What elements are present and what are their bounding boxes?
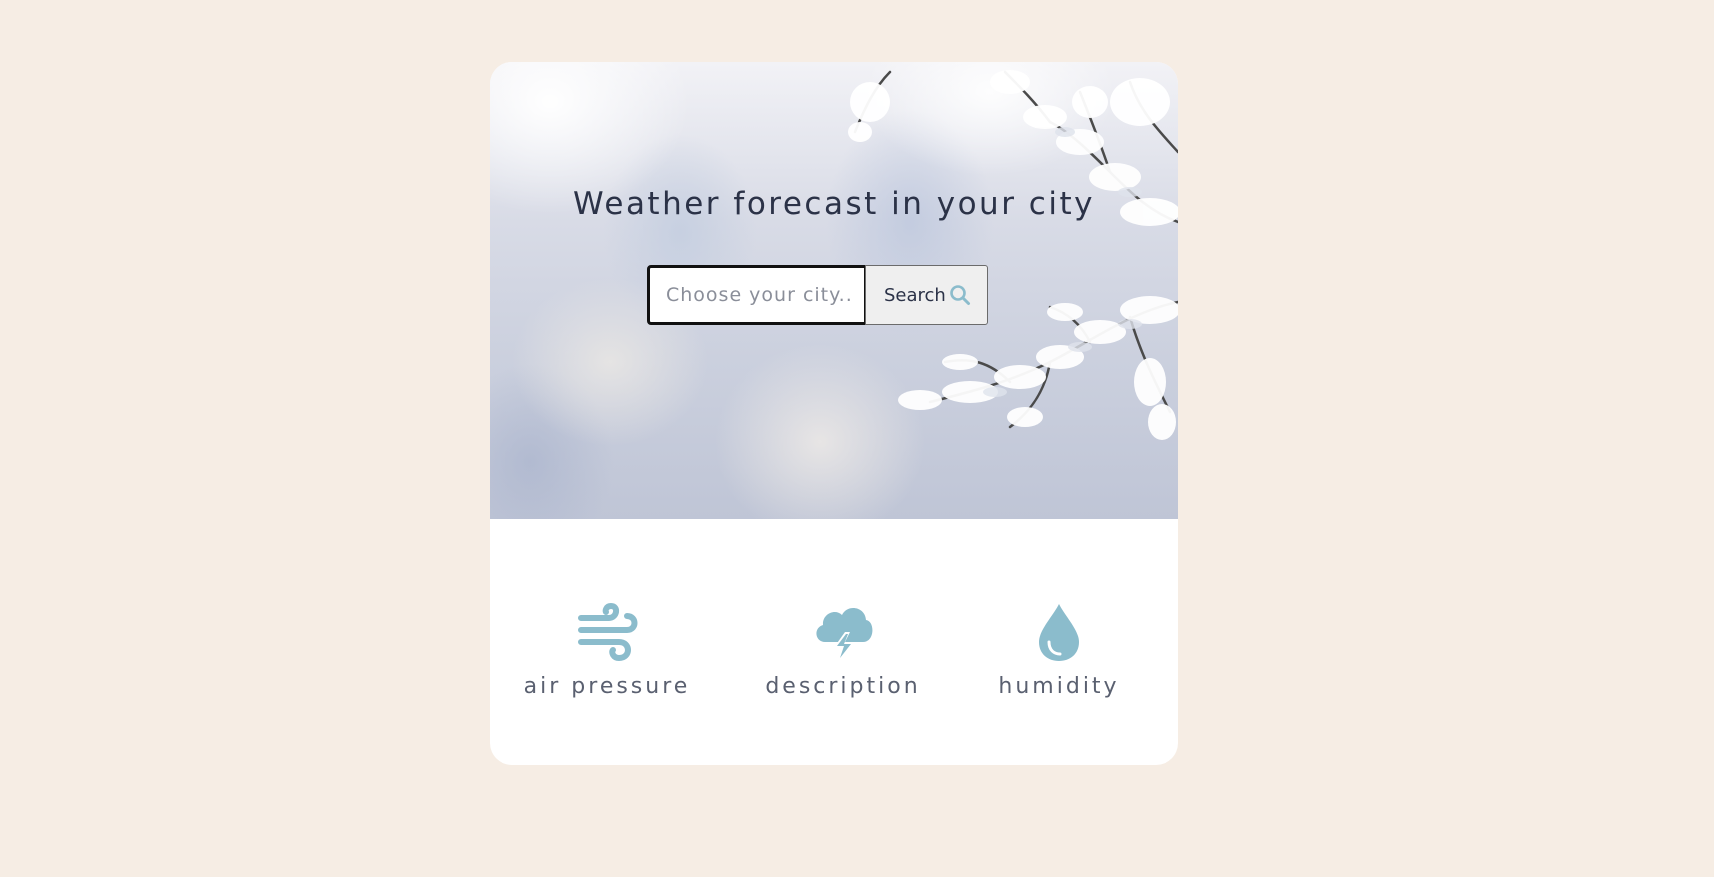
search-icon [949,284,971,306]
city-search-input[interactable] [647,265,867,325]
stat-description: description [733,602,953,699]
stat-label: description [765,674,921,699]
cloud-lightning-icon [733,602,953,662]
stat-label: air pressure [523,674,691,699]
stat-air-pressure: air pressure [497,602,717,699]
weather-stats: air pressure description humidity [490,602,1178,722]
water-drop-icon [949,602,1169,662]
page-title: Weather forecast in your city [573,186,1095,222]
search-button[interactable]: Search [865,265,988,325]
hero-background-image: Weather forecast in your city Search [490,62,1178,519]
search-button-label: Search [884,284,946,306]
stat-label: humidity [998,674,1120,699]
city-search-form: Search [647,265,988,325]
weather-card: Weather forecast in your city Search [490,62,1178,765]
stat-humidity: humidity [949,602,1169,699]
wind-icon [497,602,717,662]
